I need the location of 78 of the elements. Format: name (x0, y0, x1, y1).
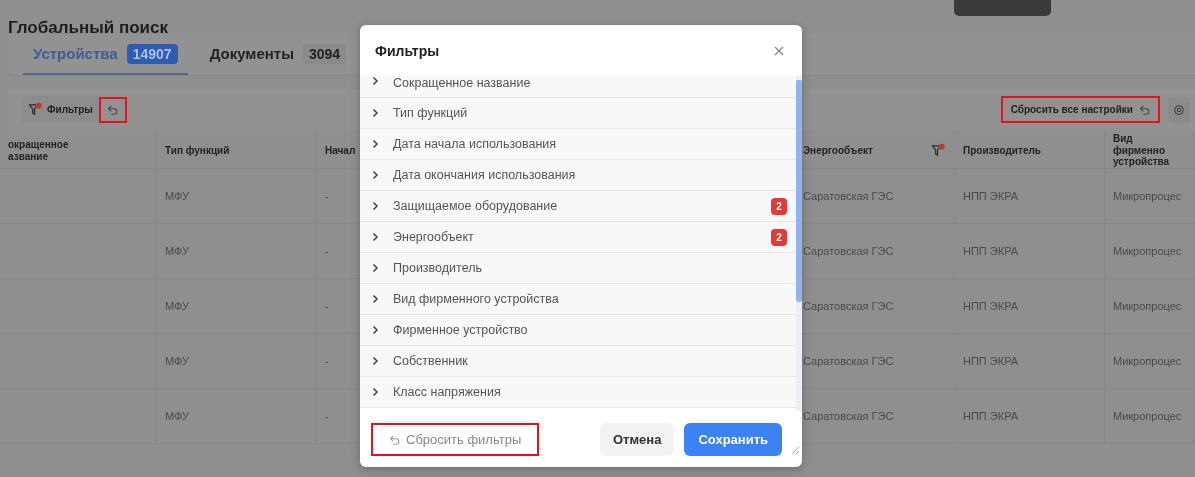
table-cell: МФУ (157, 334, 317, 389)
filter-icon (28, 102, 43, 117)
table-cell: МФУ (157, 279, 317, 334)
dialog-title: Фильтры (375, 42, 440, 59)
scrollbar[interactable] (796, 76, 802, 411)
chevron-icon (372, 356, 379, 366)
chevron-icon (372, 108, 379, 118)
filter-label: Дата начала использования (393, 137, 558, 151)
chevron-icon (372, 139, 379, 149)
settings-icon (1173, 103, 1185, 116)
table-cell: Микропроцес (1105, 169, 1195, 224)
reset-all-button[interactable]: Сбросить все настройки (1002, 98, 1158, 121)
reset-button[interactable] (100, 98, 125, 121)
tab[interactable]: Документы 3094 (199, 34, 357, 75)
chevron-icon (372, 325, 379, 335)
chevron-icon (372, 294, 379, 304)
chevron-icon (372, 201, 379, 211)
tab-label: Устройства (33, 45, 118, 62)
column-title: Энергообъект (803, 144, 873, 157)
table-cell: Микропроцес (1105, 279, 1195, 334)
filter-item[interactable]: Производитель (360, 253, 796, 284)
column-title: Производитель (963, 144, 1041, 157)
table-cell: НПП ЭКРА (955, 169, 1105, 224)
count-badge: 3094 (302, 43, 347, 64)
table-cell: НПП ЭКРА (955, 389, 1105, 444)
tab-label: Документы (209, 45, 294, 62)
reset-all-label: Сбросить все настройки (1010, 104, 1133, 115)
filter-label: Энергообъект (393, 230, 475, 244)
reset-filters-label: Сбросить фильтры (406, 431, 522, 447)
table-cell: НПП ЭКРА (955, 334, 1105, 389)
column-title: окращенное азвание (8, 139, 69, 162)
filter-label: Вид фирменного устройства (393, 292, 560, 306)
column-title: Начал (325, 144, 356, 157)
count-badge: 2 (771, 197, 787, 215)
filter-label: Сокращенное название (393, 76, 532, 90)
column-title: Тип функций (165, 144, 230, 157)
table-cell: Микропроцес (1105, 389, 1195, 444)
undo-icon (389, 433, 400, 445)
filter-label: Фирменное устройство (393, 323, 529, 337)
chevron-icon (372, 263, 379, 273)
table-cell: МФУ (157, 389, 317, 444)
filters-label: Фильтры (47, 104, 93, 115)
filter-item[interactable]: Сокращенное название (360, 76, 796, 98)
chevron-icon (372, 76, 379, 86)
table-cell: Микропроцес (1105, 224, 1195, 279)
chevron-icon (372, 387, 379, 397)
filter-item[interactable]: Дата окончания использования (360, 160, 796, 191)
table-cell: МФУ (157, 169, 317, 224)
filter-item[interactable]: Тип функций (360, 98, 796, 129)
filter-item[interactable]: Энергообъект 2 (360, 222, 796, 253)
filter-item[interactable]: Дата начала использования (360, 129, 796, 160)
filter-item[interactable]: Фирменное устройство (360, 315, 796, 346)
table-cell: НПП ЭКРА (955, 224, 1105, 279)
filter-label: Защищаемое оборудование (393, 199, 559, 213)
table-cell: НПП ЭКРА (955, 279, 1105, 334)
filter-item[interactable]: Вид фирменного устройства (360, 284, 796, 315)
filter-label: Производитель (393, 261, 483, 275)
table-cell: Микропроцес (1105, 334, 1195, 389)
settings-button[interactable] (1168, 96, 1190, 123)
filter-label: Дата окончания использования (393, 168, 577, 182)
filter-label: Собственник (393, 354, 469, 368)
chevron-icon (372, 170, 379, 180)
filter-item[interactable]: Класс напряжения (360, 377, 796, 408)
table-cell: МФУ (157, 224, 317, 279)
chevron-icon (372, 232, 379, 242)
filter-label: Тип функций (393, 106, 469, 120)
resize-grip-icon[interactable] (790, 445, 800, 455)
undo-icon (1139, 104, 1150, 115)
column-title: Вид фирменно устройства (1113, 133, 1171, 168)
undo-icon (107, 104, 119, 115)
filters-button[interactable]: Фильтры (22, 96, 99, 123)
filter-item[interactable]: Собственник (360, 346, 796, 377)
filter-item[interactable]: Защищаемое оборудование 2 (360, 191, 796, 222)
page-title: Глобальный поиск (7, 17, 168, 34)
save-button[interactable]: Сохранить (684, 422, 782, 456)
count-badge: 14907 (126, 43, 178, 64)
cancel-button[interactable]: Отмена (599, 422, 675, 456)
count-badge: 2 (771, 228, 787, 246)
